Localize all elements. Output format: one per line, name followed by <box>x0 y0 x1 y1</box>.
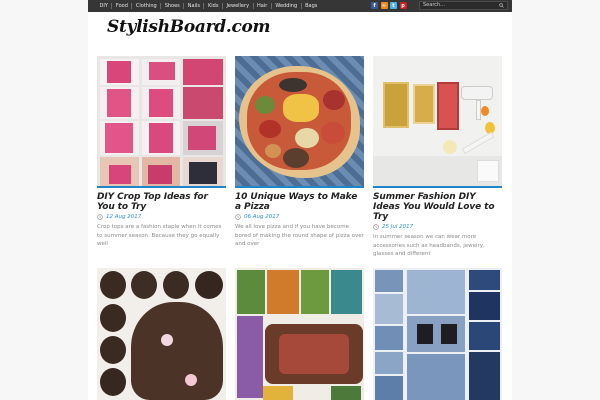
post-date: 06 Aug 2017 <box>244 214 280 220</box>
site-logo[interactable]: StylishBoard.com <box>107 17 271 37</box>
post-date: 12 Aug 2017 <box>106 214 142 220</box>
clock-icon <box>97 214 103 220</box>
facebook-icon[interactable]: f <box>371 2 378 9</box>
card-accent-bar <box>235 186 364 188</box>
crop-top-thumbnail[interactable] <box>97 56 226 186</box>
nav-item-diy[interactable]: DIY <box>96 3 113 9</box>
search-box <box>419 1 508 10</box>
kids-cakes-thumbnail[interactable] <box>235 268 364 400</box>
post-excerpt: We all love pizza and if you have become… <box>235 224 364 247</box>
nav-item-shoes[interactable]: Shoes <box>161 3 185 9</box>
post-title[interactable]: Summer Fashion DIY Ideas You Would Love … <box>373 192 502 222</box>
post-title[interactable]: DIY Crop Top Ideas for You to Try <box>97 192 226 212</box>
pizza-thumbnail[interactable] <box>235 56 364 186</box>
search-input[interactable] <box>423 2 493 9</box>
nav-item-clothing[interactable]: Clothing <box>132 3 162 9</box>
twitter-icon[interactable]: t <box>390 2 397 9</box>
pinterest-icon[interactable]: p <box>399 2 407 9</box>
nav-item-jewellery[interactable]: Jewellery <box>223 3 254 9</box>
post-card-summer-diy[interactable]: Summer Fashion DIY Ideas You Would Love … <box>373 56 502 259</box>
summer-diy-thumbnail[interactable] <box>373 56 502 186</box>
nav-item-kids[interactable]: Kids <box>204 3 223 9</box>
nav-item-wedding[interactable]: Wedding <box>272 3 302 9</box>
post-card-kids-cakes[interactable] <box>235 268 364 400</box>
post-card-pizza[interactable]: 10 Unique Ways to Make a Pizza 06 Aug 20… <box>235 56 364 249</box>
post-card-crop-tops[interactable]: DIY Crop Top Ideas for You to Try 12 Aug… <box>97 56 226 249</box>
search-icon[interactable] <box>499 3 504 8</box>
clock-icon <box>235 214 241 220</box>
top-navigation-bar: DIY Food Clothing Shoes Nails Kids Jewel… <box>88 0 512 12</box>
social-links: f ≈ t p <box>371 2 407 9</box>
post-date: 25 Jul 2017 <box>382 224 414 230</box>
denim-thumbnail[interactable] <box>373 268 502 400</box>
rss-icon[interactable]: ≈ <box>380 2 388 9</box>
post-card-denim[interactable] <box>373 268 502 400</box>
post-title[interactable]: 10 Unique Ways to Make a Pizza <box>235 192 364 212</box>
post-card-hairstyle[interactable] <box>97 268 226 400</box>
post-excerpt: Crop tops are a fashion staple when it c… <box>97 224 222 247</box>
card-accent-bar <box>97 186 226 188</box>
post-excerpt: In summer season we can wear more access… <box>373 234 485 257</box>
nav-item-bags[interactable]: Bags <box>302 3 321 9</box>
hairstyle-thumbnail[interactable] <box>97 268 226 400</box>
right-page-margin <box>512 0 600 400</box>
nav-item-hair[interactable]: Hair <box>254 3 272 9</box>
clock-icon <box>373 224 379 230</box>
card-accent-bar <box>373 186 502 188</box>
left-page-margin <box>0 0 88 400</box>
category-menu: DIY Food Clothing Shoes Nails Kids Jewel… <box>96 0 321 12</box>
nav-item-food[interactable]: Food <box>112 3 133 9</box>
nav-item-nails[interactable]: Nails <box>184 3 205 9</box>
